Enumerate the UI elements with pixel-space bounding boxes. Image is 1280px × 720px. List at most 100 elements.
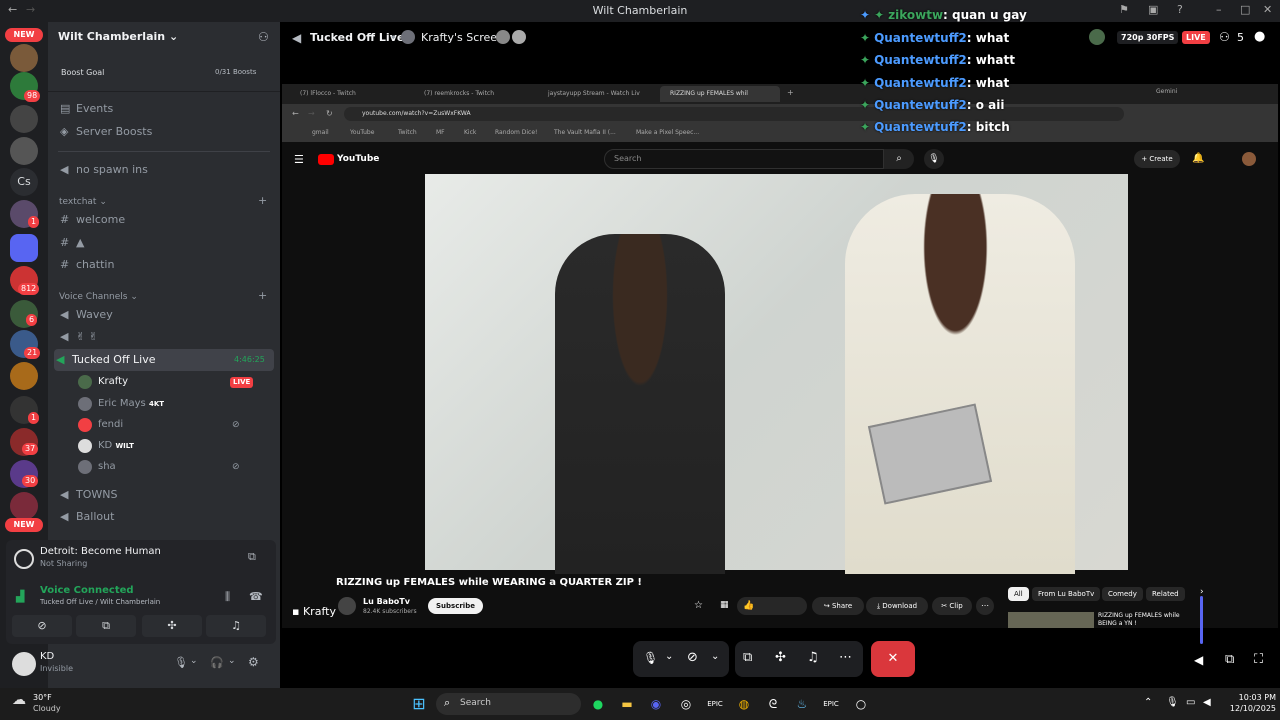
chip[interactable]: Comedy <box>1102 587 1143 601</box>
clock-date[interactable]: 12/10/2025 <box>1222 704 1276 713</box>
youtube-logo-text[interactable]: YouTube <box>337 154 379 164</box>
server-name[interactable]: Wilt Chamberlain ⌄ <box>58 30 178 43</box>
channel-no-spawn[interactable]: ◀ no spawn ins <box>58 159 272 181</box>
channel-tucked-off-live[interactable]: ◀ Tucked Off Live 4:46:25 <box>54 349 274 371</box>
reload-icon[interactable]: ↻ <box>326 109 333 118</box>
boost-goal-bar[interactable]: Boost Goal 0/31 Boosts <box>48 54 280 92</box>
spotify-icon[interactable]: ● <box>587 693 609 715</box>
headphones-icon[interactable]: 🎧 <box>210 656 224 669</box>
noise-suppression-icon[interactable]: ⫼ <box>225 590 230 604</box>
discord-icon[interactable]: ◉ <box>645 693 667 715</box>
mic-icon[interactable]: 🎙 <box>924 149 944 169</box>
new-tab-icon[interactable]: + <box>787 88 794 97</box>
like-button[interactable]: 👍 <box>737 597 807 615</box>
search-icon[interactable]: ⌕ <box>884 149 914 169</box>
chevron-down-icon[interactable]: ⌄ <box>190 656 198 666</box>
channel-welcome[interactable]: # welcome <box>58 209 272 231</box>
recommended-thumbnail[interactable] <box>1008 612 1094 628</box>
camera-off-button[interactable]: ⊘ <box>12 615 72 637</box>
forward-arrow-icon[interactable]: → <box>308 109 315 118</box>
minimize-icon[interactable]: – <box>1216 3 1222 16</box>
voice-connected-channel[interactable]: Tucked Off Live / Wilt Chamberlain <box>40 598 160 606</box>
channel-wavey[interactable]: ◀ Wavey <box>58 304 272 326</box>
help-icon[interactable]: ? <box>1177 3 1183 16</box>
recommended-title[interactable]: RIZZING up FEMALES while BEING a YN ! <box>1098 612 1198 628</box>
chip-all[interactable]: All <box>1008 587 1029 601</box>
bookmark[interactable]: YouTube <box>350 129 374 136</box>
activities-icon[interactable]: ✣ <box>775 650 786 665</box>
browser-tab[interactable]: jaystayupp Stream - Watch Liv <box>538 86 658 102</box>
browser-tab[interactable]: (7) lFlocco - Twitch <box>290 86 410 102</box>
channel-avatar[interactable] <box>338 597 356 615</box>
flag-icon[interactable]: ⚑ <box>1119 3 1129 16</box>
soundboard-button[interactable]: ♫ <box>206 615 266 637</box>
browser-tab-active[interactable]: RIZZING up FEMALES whil <box>660 86 780 102</box>
gear-icon[interactable]: ⚙ <box>248 655 259 669</box>
screen-share-button[interactable]: ⧉ <box>76 615 136 637</box>
subscribe-button[interactable]: Subscribe <box>428 598 483 614</box>
chip[interactable]: From Lu BaboTv <box>1032 587 1101 601</box>
network-icon[interactable]: ▭ <box>1186 697 1195 708</box>
back-arrow-icon[interactable]: ← <box>292 109 299 118</box>
app-icon[interactable]: ◎ <box>675 693 697 715</box>
chrome-icon[interactable]: ◍ <box>733 693 755 715</box>
download-button[interactable]: ⤓ Download <box>866 597 928 615</box>
server-icon-cs[interactable]: Cs <box>10 168 38 196</box>
channel-emoji[interactable]: # ▲ <box>58 232 272 254</box>
epic-games-icon[interactable]: EPIC <box>820 693 842 715</box>
mic-icon[interactable]: 🎙 <box>174 656 188 669</box>
avatar[interactable] <box>12 652 36 676</box>
clip-button[interactable]: ✂ Clip <box>932 597 972 615</box>
clock-time[interactable]: 10:03 PM <box>1222 693 1276 702</box>
windows-start-icon[interactable]: ⊞ <box>408 693 430 715</box>
taskbar-search[interactable]: ⌕ Search <box>436 693 581 715</box>
more-icon[interactable]: ⋯ <box>839 650 852 665</box>
grid-icon[interactable]: ▦ <box>720 600 729 610</box>
volume-icon[interactable]: ◀ <box>1194 653 1203 667</box>
category-textchat[interactable]: textchat ⌄ <box>59 197 107 207</box>
server-icon[interactable] <box>10 492 38 520</box>
add-channel-icon[interactable]: + <box>258 289 267 302</box>
server-icon[interactable] <box>10 137 38 165</box>
camera-off-icon[interactable]: ⊘ <box>687 650 698 665</box>
maximize-icon[interactable]: □ <box>1240 3 1250 16</box>
server-icon[interactable] <box>10 362 38 390</box>
leave-call-button[interactable]: ✕ <box>871 641 915 677</box>
activities-button[interactable]: ✣ <box>142 615 202 637</box>
chevron-up-icon[interactable]: ⌃ <box>1144 697 1152 708</box>
more-icon[interactable]: ⋯ <box>976 597 994 615</box>
channel-chattin[interactable]: # chattin <box>58 254 272 276</box>
chevron-down-icon[interactable]: ⌄ <box>711 651 719 662</box>
app-icon[interactable]: ᘓ <box>762 693 784 715</box>
channel-ballout[interactable]: ◀ Ballout <box>58 506 272 528</box>
yt-search-input[interactable] <box>604 149 884 169</box>
server-icon[interactable] <box>10 44 38 72</box>
add-channel-icon[interactable]: + <box>258 194 267 207</box>
channel-name[interactable]: Lu BaboTv <box>363 597 410 606</box>
events-item[interactable]: ▤ Events <box>58 98 272 120</box>
server-boosts-item[interactable]: ◈ Server Boosts <box>58 121 272 143</box>
epic-games-icon[interactable]: EPIC <box>704 693 726 715</box>
chip[interactable]: Related <box>1146 587 1185 601</box>
fullscreen-icon[interactable]: ⛶ <box>1254 652 1263 667</box>
inbox-icon[interactable]: ▣ <box>1148 3 1158 16</box>
mic-icon[interactable]: 🎙 <box>643 651 658 665</box>
share-screen-icon[interactable]: ⧉ <box>743 650 752 665</box>
category-voice[interactable]: Voice Channels ⌄ <box>59 292 138 302</box>
bookmark[interactable]: MF <box>436 129 445 136</box>
bookmark[interactable]: gmail <box>312 129 329 136</box>
bookmark[interactable]: Kick <box>464 129 476 136</box>
close-icon[interactable]: ✕ <box>1263 3 1272 16</box>
hamburger-menu-icon[interactable]: ☰ <box>294 153 304 166</box>
bookmark[interactable]: Twitch <box>398 129 417 136</box>
browser-tab[interactable]: (7) reemkrocks - Twitch <box>414 86 534 102</box>
disconnect-icon[interactable]: ☎ <box>249 590 263 603</box>
folder-icon[interactable] <box>10 234 38 262</box>
bell-icon[interactable]: 🔔 <box>1192 153 1204 164</box>
soundboard-icon[interactable]: ♫ <box>807 650 819 665</box>
avatar[interactable] <box>1242 152 1256 166</box>
bookmark[interactable]: Make a Pixel Speec... <box>636 129 699 136</box>
chevron-down-icon[interactable]: ⌄ <box>665 651 673 662</box>
chevron-down-icon[interactable]: ⌄ <box>228 656 236 666</box>
yt-create-button[interactable]: + Create <box>1134 150 1180 168</box>
